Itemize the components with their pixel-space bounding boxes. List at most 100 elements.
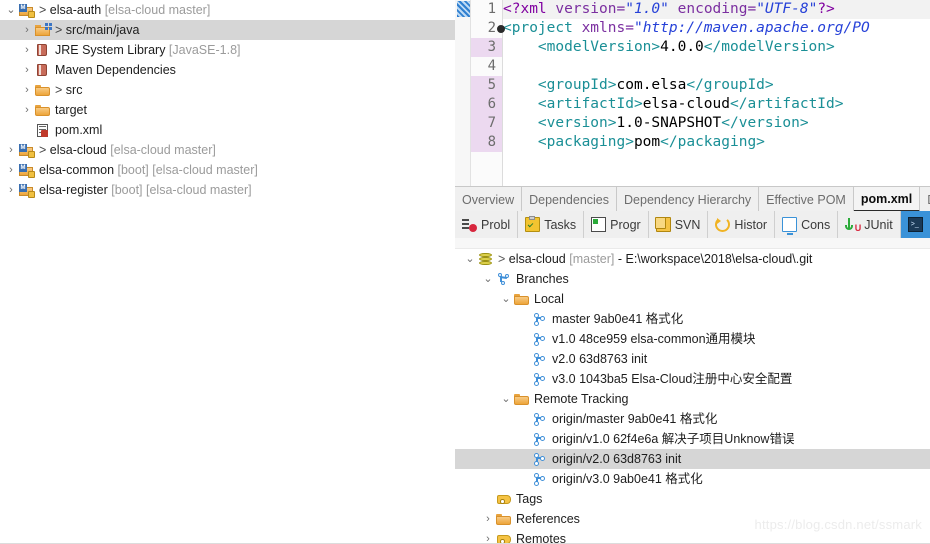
- explorer-row-jre-system-library[interactable]: › JRE System Library [JavaSE-1.8]: [0, 40, 455, 60]
- explorer-row-label: target: [55, 103, 87, 117]
- form-tab-overview[interactable]: Overview: [455, 187, 523, 212]
- editor-code-area[interactable]: <?xml version="1.0" encoding="UTF-8"?> <p…: [503, 0, 930, 186]
- git-row-origin/v3-0-9ab0e41----[interactable]: origin/v3.0 9ab0e41 格式化: [455, 469, 930, 489]
- progress-icon: [591, 217, 607, 232]
- editor-marker-bar[interactable]: [455, 0, 471, 186]
- explorer-row-elsa-auth[interactable]: ⌄ M > elsa-auth [elsa-cloud master]: [0, 0, 455, 20]
- chevron-down-icon[interactable]: ⌄: [499, 389, 513, 409]
- git-row-label: Local: [534, 292, 564, 306]
- git-row-branches[interactable]: ⌄ Branches: [455, 269, 930, 289]
- code-line[interactable]: <?xml version="1.0" encoding="UTF-8"?>: [503, 0, 930, 19]
- chevron-right-icon[interactable]: ›: [20, 40, 34, 60]
- terminal-icon: [907, 217, 923, 232]
- view-tab-label: JUnit: [864, 217, 893, 232]
- chevron-right-icon[interactable]: ›: [4, 180, 18, 200]
- view-tab-label: Probl: [481, 217, 511, 232]
- git-row-v1-0-48ce959-elsa-common----[interactable]: v1.0 48ce959 elsa-common通用模块: [455, 329, 930, 349]
- view-tab-progr[interactable]: Progr: [584, 211, 649, 238]
- form-tab-dependencies[interactable]: Dependencies: [522, 187, 618, 212]
- git-row-origin/v1-0-62f4e6a------unk[interactable]: origin/v1.0 62f4e6a 解决子项目Unknow错误: [455, 429, 930, 449]
- explorer-row-pom-xml[interactable]: pom.xml: [0, 120, 455, 140]
- git-row-local[interactable]: ⌄ Local: [455, 289, 930, 309]
- explorer-row-src-main-java[interactable]: › > src/main/java: [0, 20, 455, 40]
- explorer-row-elsa-common[interactable]: › Melsa-common [boot] [elsa-cloud master]: [0, 160, 455, 180]
- code-fold-marker[interactable]: [497, 19, 505, 38]
- code-line[interactable]: <packaging>pom</packaging>: [503, 133, 930, 152]
- git-row-master-9ab0e41----[interactable]: master 9ab0e41 格式化: [455, 309, 930, 329]
- code-line[interactable]: <modelVersion>4.0.0</modelVersion>: [503, 38, 930, 57]
- package-folder-icon: [34, 22, 52, 38]
- form-tab-pom-xml[interactable]: pom.xml: [853, 187, 921, 212]
- jar-library-icon: [34, 42, 52, 58]
- explorer-row-maven-dependencies[interactable]: › Maven Dependencies: [0, 60, 455, 80]
- code-line[interactable]: <project xmlns="http://maven.apache.org/…: [503, 19, 930, 38]
- chevron-right-icon[interactable]: ›: [481, 509, 495, 529]
- view-tab-probl[interactable]: Probl: [455, 211, 519, 238]
- code-line[interactable]: <version>1.0-SNAPSHOT</version>: [503, 114, 930, 133]
- git-row-label: Remote Tracking: [534, 392, 629, 406]
- repository-icon: [477, 251, 495, 267]
- chevron-right-icon[interactable]: ›: [4, 160, 18, 180]
- view-tab-cons[interactable]: Cons: [775, 211, 839, 238]
- chevron-down-icon[interactable]: ⌄: [463, 249, 477, 269]
- branches-icon: [495, 271, 513, 287]
- view-tab-svn[interactable]: SVN: [649, 211, 709, 238]
- chevron-right-icon[interactable]: ›: [481, 529, 495, 544]
- chevron-down-icon[interactable]: ⌄: [481, 269, 495, 289]
- form-tab-effective-pom[interactable]: Effective POM: [759, 187, 854, 212]
- view-tab-label: Cons: [801, 217, 831, 232]
- view-tab-label: Tasks: [544, 217, 577, 232]
- chevron-right-icon[interactable]: ›: [4, 140, 18, 160]
- branch-icon: [531, 371, 549, 387]
- git-row-remote-tracking[interactable]: ⌄ Remote Tracking: [455, 389, 930, 409]
- form-tab-label: Effective POM: [766, 192, 846, 207]
- view-tab-tasks[interactable]: Tasks: [518, 211, 585, 238]
- git-repositories-panel[interactable]: ⌄ > elsa-cloud [master] - E:\workspace\20…: [455, 238, 930, 544]
- code-line[interactable]: <groupId>com.elsa</groupId>: [503, 76, 930, 95]
- tasks-icon: [525, 216, 541, 232]
- git-row-elsa-cloud[interactable]: ⌄ > elsa-cloud [master] - E:\workspace\20…: [455, 249, 930, 269]
- explorer-row-target[interactable]: › target: [0, 100, 455, 120]
- git-row-references[interactable]: › References: [455, 509, 930, 529]
- maven-project-icon: M: [18, 162, 36, 178]
- explorer-row-src[interactable]: › > src: [0, 80, 455, 100]
- git-row-label: Tags: [516, 492, 543, 506]
- view-tab-terminal[interactable]: [900, 211, 930, 238]
- form-tab-de[interactable]: De: [920, 187, 930, 212]
- chevron-down-icon[interactable]: ⌄: [499, 289, 513, 309]
- git-row-label: origin/v3.0 9ab0e41 格式化: [552, 472, 703, 486]
- git-view-top-strip: [455, 238, 930, 249]
- form-tab-dependency-hierarchy[interactable]: Dependency Hierarchy: [617, 187, 760, 212]
- git-row-tags[interactable]: Tags: [455, 489, 930, 509]
- chevron-right-icon[interactable]: ›: [20, 100, 34, 120]
- explorer-row-elsa-cloud[interactable]: › M > elsa-cloud [elsa-cloud master]: [0, 140, 455, 160]
- code-line[interactable]: <artifactId>elsa-cloud</artifactId>: [503, 95, 930, 114]
- git-row-remotes[interactable]: › Remotes: [455, 529, 930, 544]
- pom-form-tab-bar[interactable]: Overview Dependencies Dependency Hierarchy…: [455, 186, 930, 213]
- git-row-v2-0-63d8763-init[interactable]: v2.0 63d8763 init: [455, 349, 930, 369]
- bottom-view-tab-bar[interactable]: Probl Tasks Progr SVN Histor Cons U JUnit: [455, 211, 930, 239]
- explorer-row-label: > elsa-cloud [elsa-cloud master]: [39, 143, 216, 157]
- line-number: 4: [487, 58, 496, 74]
- branch-icon: [531, 431, 549, 447]
- code-line[interactable]: [503, 57, 930, 76]
- explorer-row-elsa-register[interactable]: › Melsa-register [boot] [elsa-cloud maste…: [0, 180, 455, 200]
- chevron-right-icon[interactable]: ›: [20, 20, 34, 40]
- git-row-v3-0-1043ba5-elsa-cloud-----[interactable]: v3.0 1043ba5 Elsa-Cloud注册中心安全配置: [455, 369, 930, 389]
- chevron-down-icon[interactable]: ⌄: [4, 0, 18, 20]
- maven-project-icon: M: [18, 182, 36, 198]
- line-number: 6: [471, 95, 502, 114]
- chevron-right-icon[interactable]: ›: [20, 60, 34, 80]
- git-tree[interactable]: ⌄ > elsa-cloud [master] - E:\workspace\20…: [455, 249, 930, 544]
- pom-xml-source-editor[interactable]: 12345678 <?xml version="1.0" encoding="U…: [455, 0, 930, 186]
- chevron-right-icon[interactable]: ›: [20, 80, 34, 100]
- form-tab-label: Overview: [462, 192, 515, 207]
- explorer-row-label: elsa-register [boot] [elsa-cloud master]: [39, 183, 252, 197]
- branch-icon: [531, 411, 549, 427]
- git-row-origin/v2-0-63d8763-init[interactable]: origin/v2.0 63d8763 init: [455, 449, 930, 469]
- package-explorer-panel[interactable]: ⌄ M > elsa-auth [elsa-cloud master] › > src/…: [0, 0, 455, 544]
- line-number: 5: [471, 76, 502, 95]
- view-tab-histor[interactable]: Histor: [708, 211, 776, 238]
- view-tab-junit[interactable]: U JUnit: [838, 211, 901, 238]
- git-row-origin/master-9ab0e41----[interactable]: origin/master 9ab0e41 格式化: [455, 409, 930, 429]
